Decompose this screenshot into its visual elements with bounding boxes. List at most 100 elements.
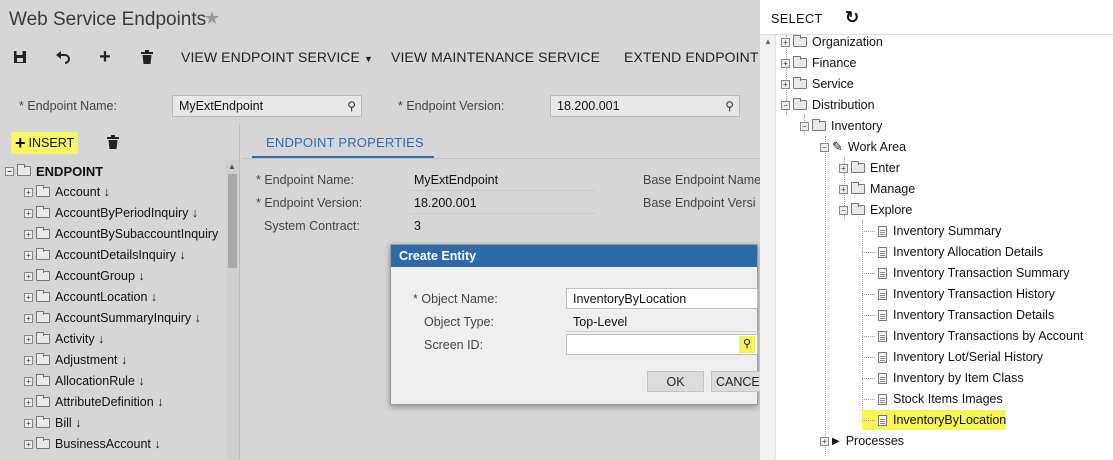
tree-connector (862, 293, 875, 295)
tree-connector (862, 377, 875, 379)
tree-folder-service[interactable]: + Service (781, 74, 854, 94)
tree-folder-label: Work Area (847, 140, 907, 154)
tree-folder-processes[interactable]: + ▶ Processes (820, 431, 904, 451)
plus-icon[interactable]: + (96, 46, 114, 68)
expand-icon[interactable]: + (24, 376, 33, 386)
tree-screen-item[interactable]: Inventory Lot/Serial History (862, 347, 1043, 367)
tree-entity-label: AccountGroup ↓ (55, 269, 145, 283)
search-icon[interactable]: ⚲ (725, 99, 734, 113)
expand-icon[interactable]: + (781, 79, 790, 89)
collapse-icon[interactable]: − (820, 142, 829, 152)
undo-icon[interactable] (54, 48, 72, 66)
tree-folder-inventory[interactable]: − Inventory (800, 116, 882, 136)
folder-icon (36, 437, 50, 449)
expand-icon[interactable]: + (24, 334, 33, 344)
document-icon (878, 414, 887, 426)
tree-screen-item[interactable]: Inventory Summary (862, 221, 1001, 241)
collapse-icon[interactable]: − (800, 121, 809, 131)
expand-icon[interactable]: + (24, 292, 33, 302)
tree-entity-item[interactable]: + Account ↓ (24, 182, 110, 202)
trash-icon[interactable] (107, 135, 119, 152)
ok-button[interactable]: OK (647, 371, 704, 392)
tree-screen-item[interactable]: Inventory Transactions by Account (862, 326, 1083, 346)
search-icon[interactable]: ⚲ (739, 336, 755, 353)
tree-folder-explore[interactable]: − Explore (839, 200, 912, 220)
expand-icon[interactable]: + (24, 418, 33, 428)
view-maintenance-service-button[interactable]: VIEW MAINTENANCE SERVICE (391, 49, 600, 65)
tree-entity-item[interactable]: + BusinessAccount ↓ (24, 434, 161, 454)
expand-icon[interactable]: + (781, 37, 790, 47)
insert-button[interactable]: + INSERT (11, 132, 79, 154)
trash-icon[interactable] (138, 48, 156, 66)
document-icon (878, 225, 887, 237)
expand-icon[interactable]: + (839, 163, 848, 173)
object-name-input[interactable]: InventoryByLocation (566, 288, 758, 309)
expand-icon[interactable]: + (24, 250, 33, 260)
tree-root-endpoint[interactable]: − ENDPOINT (5, 161, 103, 181)
tab-endpoint-properties[interactable]: ENDPOINT PROPERTIES (252, 125, 434, 158)
tree-root-label: ENDPOINT (36, 163, 104, 179)
page-title: Web Service Endpoints (9, 9, 207, 30)
expand-icon[interactable]: + (24, 271, 33, 281)
expand-icon[interactable]: + (24, 397, 33, 407)
tree-screen-item[interactable]: Inventory Transaction Details (862, 305, 1054, 325)
tree-entity-item[interactable]: + AllocationRule ↓ (24, 371, 145, 391)
tree-entity-item[interactable]: + AccountBySubaccountInquiry (24, 224, 218, 244)
tree-screen-item[interactable]: Inventory Transaction History (862, 284, 1055, 304)
tree-screen-label: Inventory Transaction History (893, 287, 1055, 301)
refresh-icon[interactable]: ↻ (845, 8, 859, 28)
folder-icon (17, 164, 31, 176)
expand-icon[interactable]: + (24, 439, 33, 449)
tree-screen-inventory-by-location[interactable]: InventoryByLocation (862, 410, 1007, 430)
tree-entity-item[interactable]: + Adjustment ↓ (24, 350, 127, 370)
tree-screen-item[interactable]: Inventory Transaction Summary (862, 263, 1069, 283)
endpoint-name-selector[interactable]: MyExtEndpoint ⚲ (172, 95, 362, 117)
screen-id-input[interactable]: ⚲ (566, 334, 758, 355)
tree-screen-label: Stock Items Images (893, 392, 1003, 406)
scroll-up-icon[interactable]: ▲ (228, 162, 236, 171)
tree-entity-item[interactable]: + AccountGroup ↓ (24, 266, 145, 286)
expand-icon[interactable]: + (839, 184, 848, 194)
collapse-icon[interactable]: − (781, 100, 790, 110)
tree-screen-item[interactable]: Inventory Allocation Details (862, 242, 1043, 262)
prop-system-contract-value: 3 (414, 219, 421, 233)
tree-entity-item[interactable]: + AccountByPeriodInquiry ↓ (24, 203, 198, 223)
expand-icon[interactable]: + (24, 187, 33, 197)
folder-icon (851, 182, 865, 194)
tree-folder-enter[interactable]: + Enter (839, 158, 900, 178)
endpoint-version-selector[interactable]: 18.200.001 ⚲ (550, 95, 740, 117)
scroll-up-icon[interactable]: ▲ (764, 37, 772, 46)
select-button[interactable]: SELECT (771, 12, 823, 26)
expand-icon[interactable]: + (24, 229, 33, 239)
tree-folder-work-area[interactable]: − ✎ Work Area (820, 137, 906, 157)
tree-screen-label: Inventory Transaction Summary (893, 266, 1070, 280)
search-icon[interactable]: ⚲ (347, 99, 356, 113)
tree-screen-item[interactable]: Inventory by Item Class (862, 368, 1024, 388)
extend-endpoint-button[interactable]: EXTEND ENDPOINT (624, 49, 759, 65)
collapse-icon[interactable]: − (5, 166, 14, 176)
tree-folder-organization[interactable]: + Organization (781, 32, 883, 52)
expand-icon[interactable]: + (781, 58, 790, 68)
tree-entity-item[interactable]: + AttributeDefinition ↓ (24, 392, 163, 412)
expand-icon[interactable]: + (24, 355, 33, 365)
tree-entity-item[interactable]: + AccountLocation ↓ (24, 287, 157, 307)
collapse-icon[interactable]: − (839, 205, 848, 215)
tree-folder-manage[interactable]: + Manage (839, 179, 915, 199)
tree-scrollbar[interactable]: ▲ (226, 160, 239, 460)
expand-icon[interactable]: + (24, 208, 33, 218)
side-scrollbar[interactable]: ▲ (760, 35, 776, 460)
expand-icon[interactable]: + (820, 436, 829, 446)
tree-entity-item[interactable]: + AccountDetailsInquiry ↓ (24, 245, 186, 265)
tree-entity-item[interactable]: + Activity ↓ (24, 329, 104, 349)
tree-entity-item[interactable]: + Bill ↓ (24, 413, 81, 433)
expand-icon[interactable]: + (24, 313, 33, 323)
tree-folder-distribution[interactable]: − Distribution (781, 95, 875, 115)
tree-folder-finance[interactable]: + Finance (781, 53, 856, 73)
tree-screen-item[interactable]: Stock Items Images (862, 389, 1003, 409)
tree-entity-item[interactable]: + AccountSummaryInquiry ↓ (24, 308, 201, 328)
view-endpoint-service-button[interactable]: VIEW ENDPOINT SERVICE ▼ (181, 49, 373, 65)
star-icon[interactable]: ★ (204, 8, 220, 29)
scroll-thumb[interactable] (228, 174, 237, 268)
document-icon (878, 330, 887, 342)
save-icon[interactable] (11, 48, 29, 66)
